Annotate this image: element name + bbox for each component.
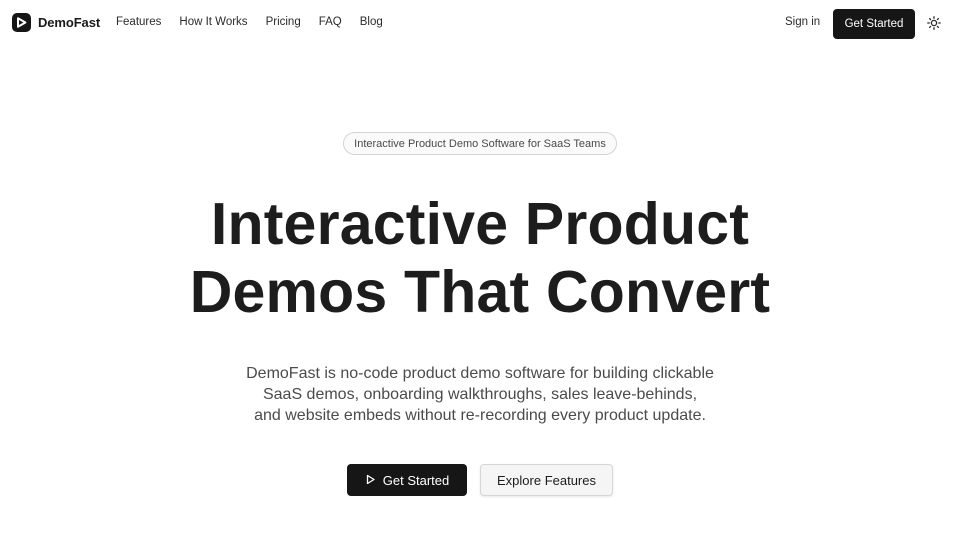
hero-headline: Interactive Product Demos That Convert — [0, 190, 960, 326]
hero-get-started-label: Get Started — [382, 472, 450, 488]
hero-description-line-1: DemoFast is no-code product demo softwar… — [246, 365, 714, 382]
hero-section: Interactive Product Demo Software for Sa… — [0, 0, 960, 540]
hero-headline-line-1: Interactive Product — [210, 191, 750, 257]
hero-description-line-3: and website embeds without re-recording … — [254, 407, 706, 424]
hero-badge: Interactive Product Demo Software for Sa… — [343, 132, 617, 155]
play-icon — [365, 473, 376, 488]
hero-get-started-button[interactable]: Get Started — [347, 464, 467, 496]
hero-description: DemoFast is no-code product demo softwar… — [0, 363, 960, 426]
explore-features-button[interactable]: Explore Features — [480, 464, 613, 496]
hero-description-line-2: SaaS demos, onboarding walkthroughs, sal… — [262, 386, 698, 403]
hero-headline-line-2: Demos That Convert — [189, 259, 771, 325]
